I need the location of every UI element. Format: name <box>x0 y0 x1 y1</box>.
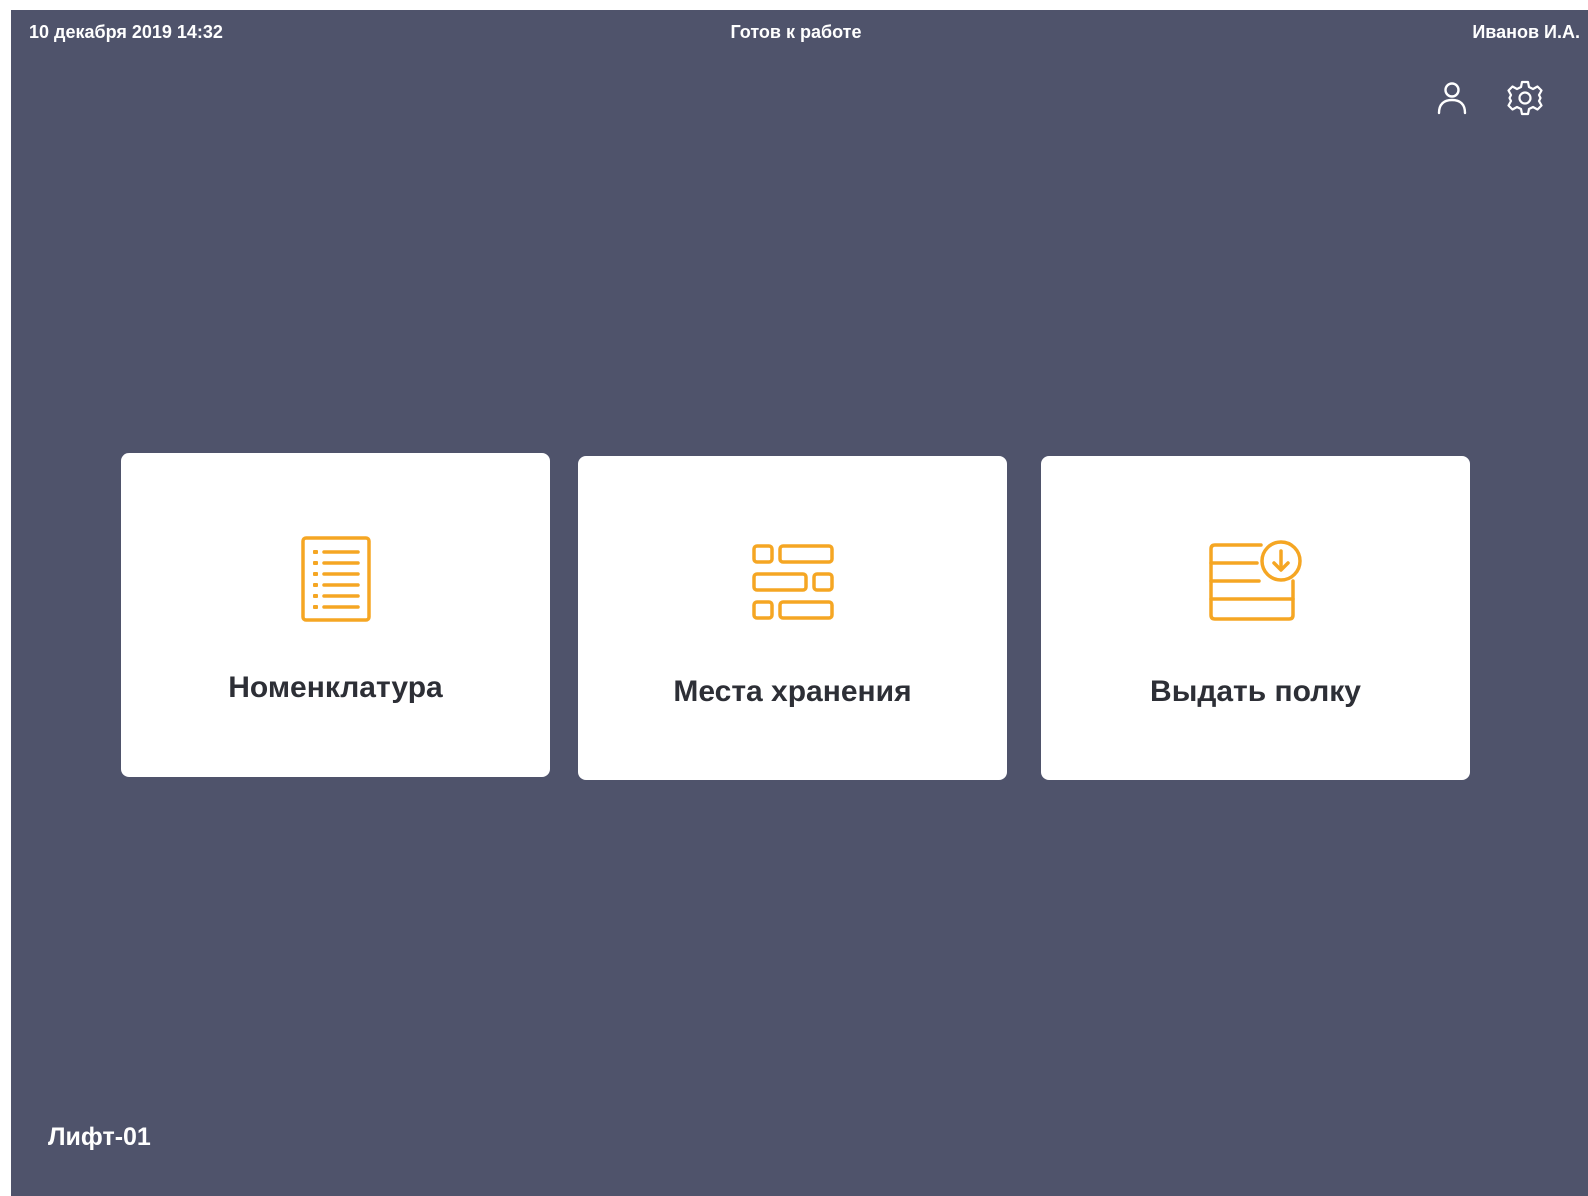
device-name-label: Лифт-01 <box>48 1123 151 1151</box>
card-icon-wrap <box>578 544 1007 620</box>
shelf-download-icon <box>1208 540 1302 621</box>
card-label: Выдать полку <box>1150 675 1361 708</box>
card-storage-places[interactable]: Места хранения <box>578 456 1007 780</box>
card-issue-shelf[interactable]: Выдать полку <box>1041 456 1470 780</box>
user-name-label: Иванов И.А. <box>1472 22 1580 42</box>
card-nomenclature[interactable]: Номенклатура <box>121 453 550 777</box>
gear-icon <box>1507 80 1543 116</box>
user-button[interactable] <box>1432 78 1472 118</box>
status-label: Готов к работе <box>730 22 862 42</box>
card-label: Места хранения <box>673 675 912 708</box>
user-icon <box>1437 82 1467 115</box>
main-screen: 10 декабря 2019 14:32 Готов к работе Ива… <box>11 10 1588 1196</box>
card-icon-wrap <box>1041 539 1470 623</box>
card-label: Номенклатура <box>228 671 443 704</box>
storage-grid-icon <box>751 544 834 620</box>
card-icon-wrap <box>121 536 550 622</box>
list-document-icon <box>300 536 371 622</box>
settings-button[interactable] <box>1505 78 1545 118</box>
